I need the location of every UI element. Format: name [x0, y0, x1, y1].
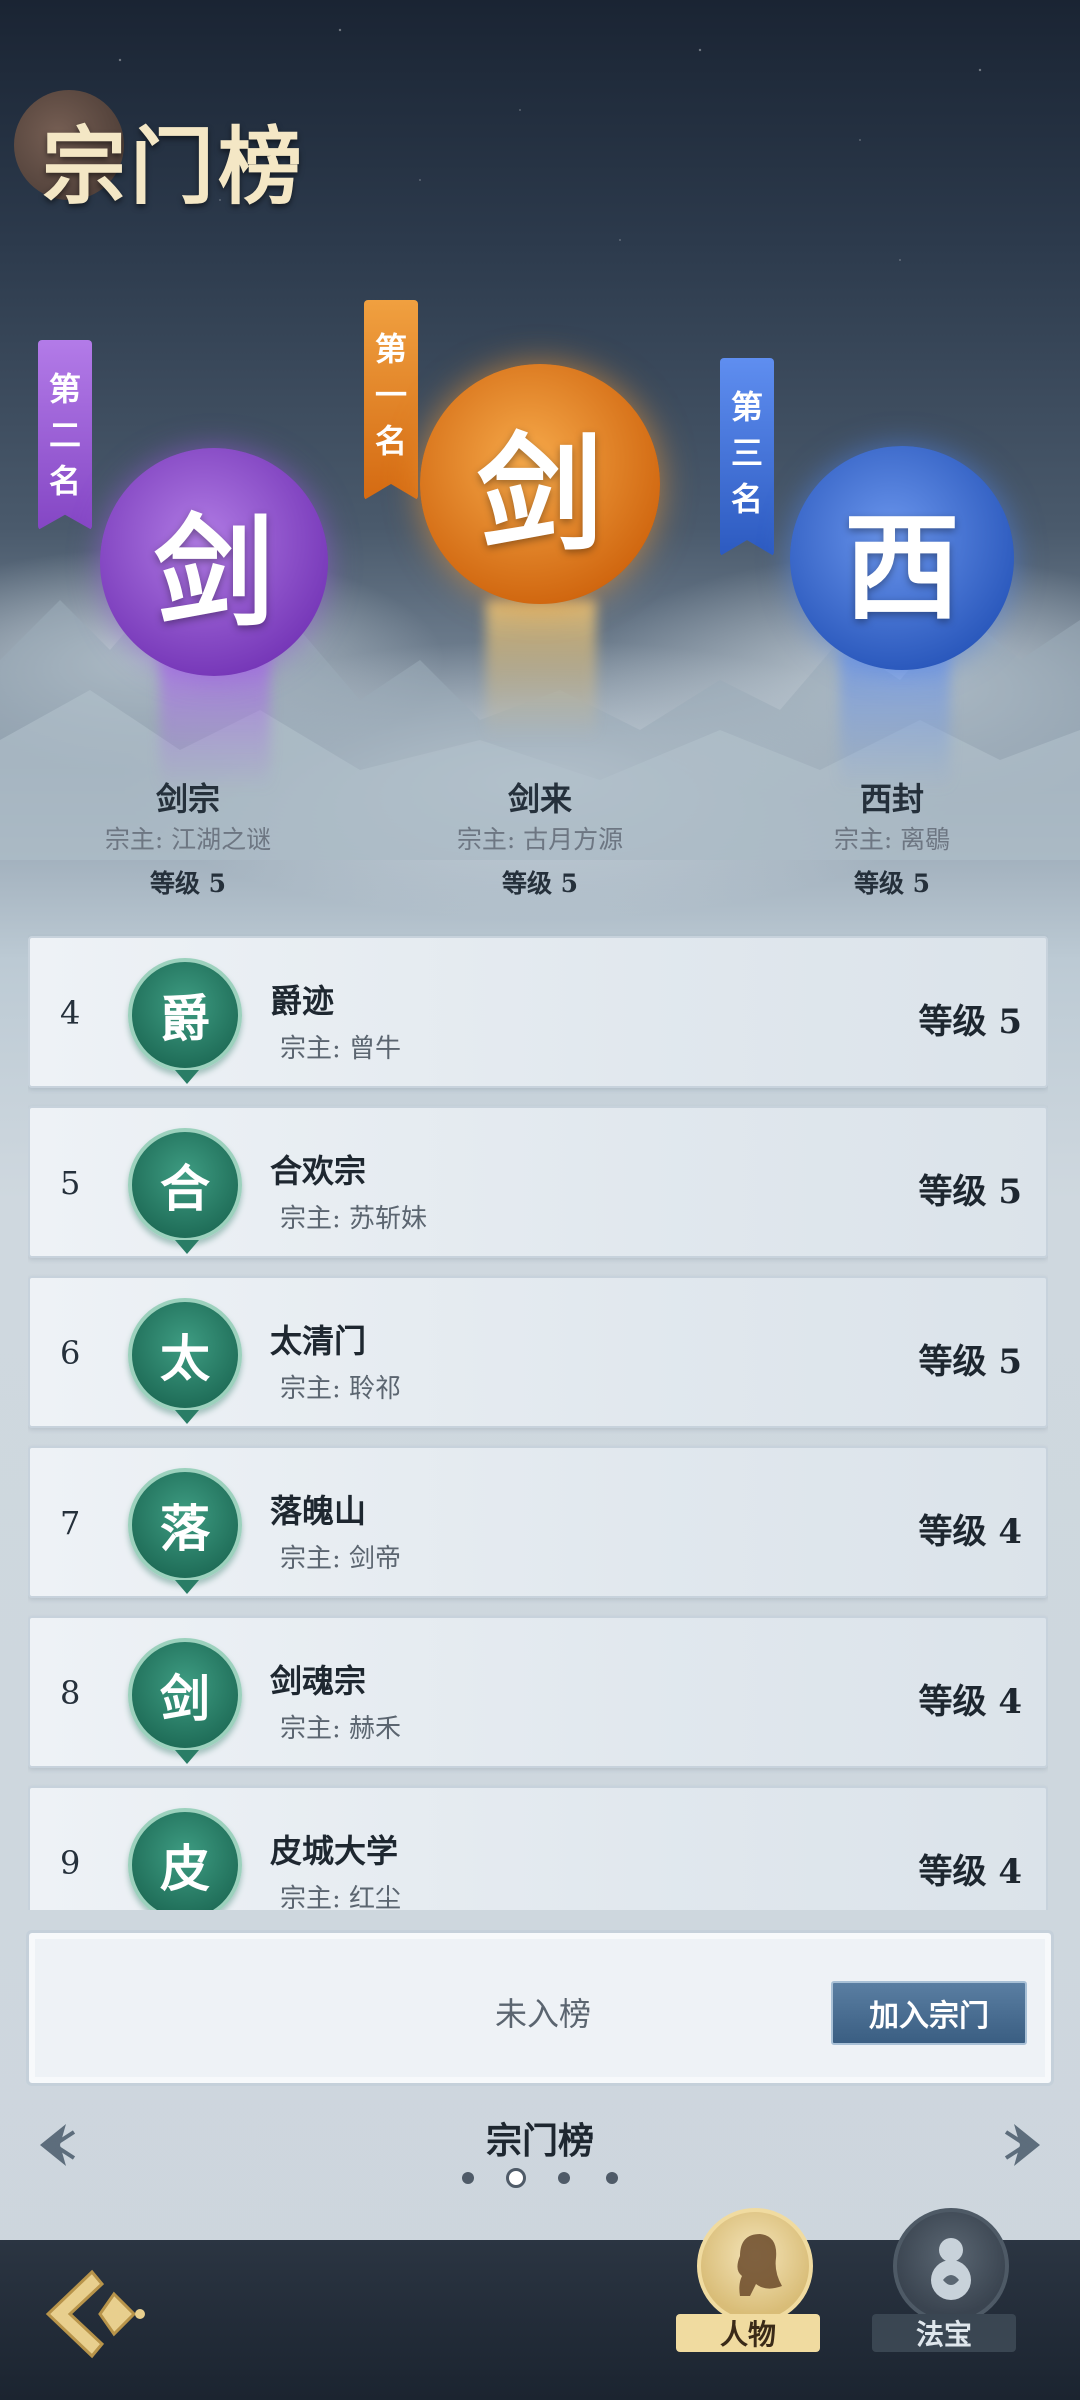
sect-level: 等级 4	[918, 1512, 1023, 1552]
ranking-row[interactable]: 4 爵 爵迹 宗主: 曾牛 等级 5	[28, 936, 1048, 1088]
sect-emblem: 皮	[128, 1808, 242, 1910]
light-beam	[840, 650, 950, 790]
emblem-second: 剑	[100, 448, 328, 676]
sect-master: 宗主: 剑帝	[280, 1544, 402, 1574]
back-arrow-icon[interactable]	[40, 2264, 150, 2364]
rank-number: 6	[60, 1334, 81, 1372]
rank-number: 8	[60, 1674, 81, 1712]
sect-emblem: 剑	[128, 1638, 242, 1764]
sect-emblem: 落	[128, 1468, 242, 1594]
emblem-third: 西	[790, 446, 1014, 670]
podium-master: 宗主: 古月方源	[456, 825, 624, 854]
podium-level: 等级 5	[149, 869, 227, 898]
nav-treasure-label: 法宝	[872, 2314, 1016, 2352]
sect-name: 太清门	[270, 1322, 367, 1360]
sect-name: 落魄山	[270, 1492, 367, 1530]
sect-emblem: 爵	[128, 958, 242, 1084]
character-icon	[697, 2208, 813, 2324]
rank-number: 4	[60, 994, 81, 1032]
podium-name: 剑宗	[155, 780, 220, 818]
podium-master: 宗主: 离鶡	[833, 825, 951, 854]
rank-number: 9	[60, 1844, 81, 1882]
page-dot[interactable]	[558, 2172, 570, 2184]
light-beam	[486, 600, 596, 740]
sect-level: 等级 4	[918, 1852, 1023, 1892]
nav-character[interactable]: 人物	[676, 2208, 820, 2352]
sect-name: 皮城大学	[270, 1832, 399, 1870]
rank-number: 7	[60, 1504, 81, 1542]
podium-level: 等级 5	[853, 869, 931, 898]
page-dot[interactable]	[606, 2172, 618, 2184]
sect-level: 等级 5	[918, 1342, 1023, 1382]
sect-master: 宗主: 赫禾	[280, 1714, 402, 1744]
emblem-first: 剑	[420, 364, 660, 604]
podium-level: 等级 5	[501, 869, 579, 898]
sect-master: 宗主: 曾牛	[280, 1034, 402, 1064]
page-title: 宗门榜	[42, 117, 307, 216]
page-dot-active[interactable]	[506, 2168, 526, 2188]
sect-level: 等级 5	[918, 1002, 1023, 1042]
gourd-icon	[893, 2208, 1009, 2324]
ranking-list[interactable]: 4 爵 爵迹 宗主: 曾牛 等级 5 5 合 合欢宗 宗主: 苏斩妹 等级 5 …	[28, 930, 1048, 1910]
sect-emblem: 合	[128, 1128, 242, 1254]
ranking-row[interactable]: 5 合 合欢宗 宗主: 苏斩妹 等级 5	[28, 1106, 1048, 1258]
page-dot[interactable]	[462, 2172, 474, 2184]
rank-banner-third: 第三名	[720, 358, 774, 556]
nav-treasure[interactable]: 法宝	[872, 2208, 1016, 2352]
sect-master: 宗主: 聆祁	[280, 1374, 402, 1404]
sect-name: 合欢宗	[270, 1152, 367, 1190]
rank-banner-first: 第一名	[364, 300, 418, 500]
sect-master: 宗主: 苏斩妹	[280, 1204, 428, 1234]
nav-character-label: 人物	[676, 2314, 820, 2352]
podium-name: 西封	[859, 780, 924, 818]
my-rank-bar: 未入榜 加入宗门	[26, 1930, 1054, 2086]
next-page-icon[interactable]	[996, 2118, 1050, 2172]
rank-banner-second: 第二名	[38, 340, 92, 530]
sect-emblem: 太	[128, 1298, 242, 1424]
sect-level: 等级 4	[918, 1682, 1023, 1722]
ranking-row[interactable]: 6 太 太清门 宗主: 聆祁 等级 5	[28, 1276, 1048, 1428]
sect-name: 剑魂宗	[270, 1662, 367, 1700]
podium-name: 剑来	[507, 780, 572, 818]
podium-master: 宗主: 江湖之谜	[104, 825, 272, 854]
join-sect-button[interactable]: 加入宗门	[831, 1981, 1027, 2045]
ranking-row[interactable]: 9 皮 皮城大学 宗主: 红尘 等级 4	[28, 1786, 1048, 1910]
rank-number: 5	[60, 1164, 81, 1202]
ranking-row[interactable]: 7 落 落魄山 宗主: 剑帝 等级 4	[28, 1446, 1048, 1598]
sect-level: 等级 5	[918, 1172, 1023, 1212]
sect-master: 宗主: 红尘	[280, 1884, 402, 1910]
sect-name: 爵迹	[270, 982, 335, 1020]
pager-title: 宗门榜	[485, 2120, 594, 2162]
page-indicator	[458, 2168, 622, 2188]
ranking-row[interactable]: 8 剑 剑魂宗 宗主: 赫禾 等级 4	[28, 1616, 1048, 1768]
